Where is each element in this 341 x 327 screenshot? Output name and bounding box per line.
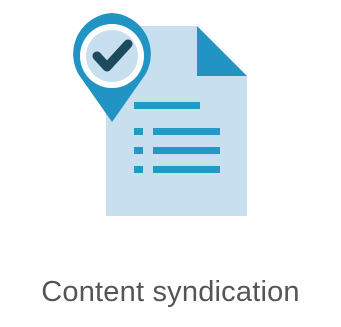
document-fold: [197, 26, 247, 76]
document-with-location-check-icon: [73, 13, 247, 216]
feature-title: Content syndication: [41, 276, 300, 308]
feature-card: Content syndication: [0, 0, 341, 327]
